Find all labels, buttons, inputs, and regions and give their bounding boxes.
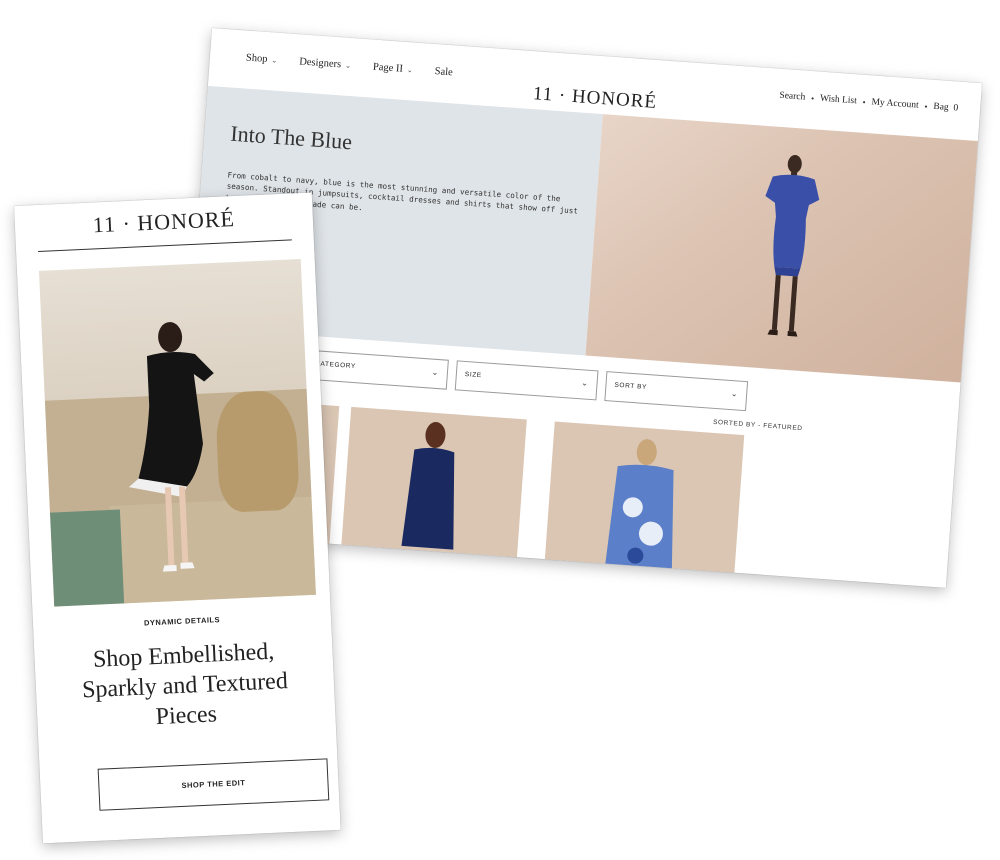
category-dropdown[interactable]: CATEGORY ⌄ bbox=[305, 349, 449, 390]
mobile-screenshot: 11 · HONORÉ DYNAMIC DETAILS Shop Embelli… bbox=[14, 192, 341, 844]
model-blue-dress-image bbox=[765, 155, 820, 337]
size-dropdown[interactable]: SIZE ⌄ bbox=[454, 360, 599, 401]
chevron-down-icon: ⌄ bbox=[406, 66, 414, 75]
sort-dropdown[interactable]: SORT BY ⌄ bbox=[604, 371, 749, 412]
nav-designers[interactable]: Designers ⌄ bbox=[299, 56, 352, 71]
model-embellished-dress bbox=[128, 322, 214, 572]
mobile-logo[interactable]: 11 · HONORÉ bbox=[14, 202, 313, 241]
bag-link[interactable]: Bag 0 bbox=[933, 102, 958, 114]
feature-heading: Shop Embellished, Sparkly and Textured P… bbox=[81, 638, 289, 731]
feature-image bbox=[38, 259, 316, 607]
nav-sale[interactable]: Sale bbox=[434, 66, 453, 78]
chevron-down-icon: ⌄ bbox=[730, 389, 739, 399]
search-link[interactable]: Search bbox=[779, 91, 806, 103]
product-card[interactable] bbox=[544, 421, 745, 585]
account-link[interactable]: My Account bbox=[871, 97, 919, 110]
main-menu: Shop ⌄ Designers ⌄ Page II ⌄ Sale bbox=[246, 53, 454, 79]
separator-dot: • bbox=[862, 97, 866, 107]
nav-page-ii[interactable]: Page II ⌄ bbox=[373, 62, 414, 76]
hero-title: Into The Blue bbox=[229, 120, 353, 155]
product-card[interactable] bbox=[340, 406, 527, 570]
shop-the-edit-button[interactable]: SHOP THE EDIT bbox=[97, 758, 330, 811]
chevron-down-icon: ⌄ bbox=[431, 367, 440, 378]
header-divider bbox=[38, 239, 292, 252]
separator-dot: • bbox=[810, 93, 815, 103]
separator-dot: • bbox=[924, 101, 928, 111]
wishlist-link[interactable]: Wish List bbox=[820, 94, 857, 107]
product-image-printed-kaftan bbox=[603, 439, 674, 581]
product-image-navy-dress bbox=[401, 422, 455, 550]
nav-shop[interactable]: Shop ⌄ bbox=[246, 53, 278, 66]
chevron-down-icon: ⌄ bbox=[271, 56, 278, 65]
eyebrow-label: DYNAMIC DETAILS bbox=[143, 615, 221, 628]
chevron-down-icon: ⌄ bbox=[580, 378, 589, 388]
bag-count: 0 bbox=[953, 103, 959, 114]
utility-nav: Search • Wish List • My Account • Bag 0 bbox=[779, 91, 958, 114]
chevron-down-icon: ⌄ bbox=[344, 61, 352, 71]
hero-image bbox=[585, 114, 982, 383]
